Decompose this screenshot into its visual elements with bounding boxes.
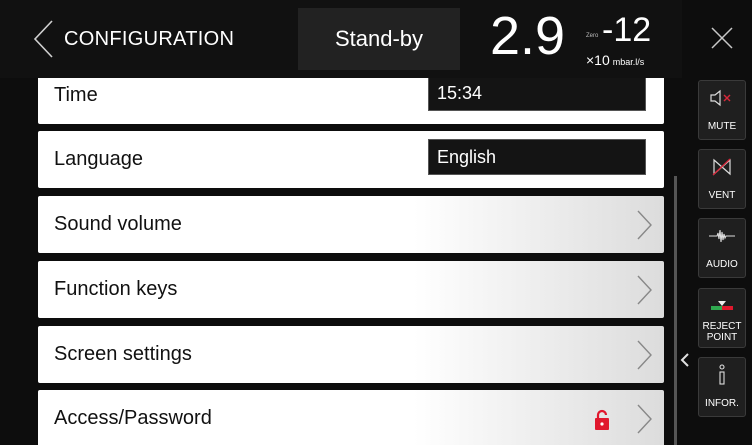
lock-icon	[595, 409, 609, 430]
setting-label: Access/Password	[54, 407, 212, 429]
information-button[interactable]: INFOR.	[698, 357, 746, 417]
vent-valve-icon	[699, 156, 745, 178]
zero-label: Zero	[586, 33, 599, 39]
setting-row-sound-volume[interactable]: Sound volume	[38, 196, 664, 253]
chevron-right-icon	[637, 275, 652, 305]
status-indicator: Stand-by	[298, 8, 460, 70]
collapse-sidebar-arrow[interactable]	[680, 352, 690, 368]
setting-label: Screen settings	[54, 343, 192, 365]
reject-point-icon	[699, 295, 745, 317]
reject-point-button[interactable]: REJECT POINT	[698, 288, 746, 348]
back-button[interactable]: CONFIGURATION	[32, 16, 282, 62]
setting-row-time[interactable]: Time 15:34	[38, 78, 664, 124]
audio-wave-icon	[699, 225, 745, 247]
screen: CONFIGURATION Stand-by 2.9 Zero -12 ×10 m…	[0, 0, 752, 445]
time-value: 15:34	[437, 83, 483, 103]
page-title: CONFIGURATION	[64, 27, 235, 50]
setting-label: Language	[54, 148, 143, 170]
chevron-right-icon	[637, 404, 652, 434]
close-icon[interactable]	[702, 18, 742, 58]
language-field[interactable]: English	[428, 139, 646, 175]
setting-row-access-password[interactable]: Access/Password	[38, 390, 664, 445]
status-text: Stand-by	[334, 26, 424, 51]
leak-rate-mantissa: 2.9	[490, 6, 566, 66]
vent-label: VENT	[708, 190, 736, 201]
unit-text: mbar.l/s	[612, 57, 645, 67]
reject-point-label: REJECT POINT	[702, 321, 742, 343]
mute-button[interactable]: MUTE	[698, 80, 746, 140]
chevron-right-icon	[637, 210, 652, 240]
back-chevron-icon	[33, 20, 53, 58]
setting-label: Sound volume	[54, 213, 182, 235]
time-field[interactable]: 15:34	[428, 78, 646, 111]
info-icon	[699, 364, 745, 386]
leak-rate-exponent: -12	[602, 11, 652, 49]
setting-row-screen-settings[interactable]: Screen settings	[38, 326, 664, 383]
function-key-sidebar: MUTE VENT AUDIO REJECT POINT INFOR.	[692, 0, 752, 445]
setting-label: Function keys	[54, 278, 178, 300]
audio-button[interactable]: AUDIO	[698, 218, 746, 278]
chevron-right-icon	[637, 340, 652, 370]
vent-button[interactable]: VENT	[698, 149, 746, 209]
language-value: English	[437, 147, 497, 167]
leak-rate-unit: ×10 mbar.l/s	[586, 52, 644, 70]
chevron-left-icon	[680, 353, 689, 367]
mute-label: MUTE	[707, 121, 737, 132]
top-bar: CONFIGURATION Stand-by 2.9 Zero -12 ×10 m…	[0, 0, 682, 78]
setting-row-function-keys[interactable]: Function keys	[38, 261, 664, 318]
speaker-muted-icon	[699, 87, 745, 109]
setting-label: Time	[54, 84, 98, 106]
list-scrollbar[interactable]	[674, 176, 677, 445]
settings-list: Time 15:34 Language English Sound volume…	[38, 78, 664, 445]
information-label: INFOR.	[705, 398, 739, 409]
audio-label: AUDIO	[706, 259, 738, 270]
multiplier: ×10	[586, 52, 610, 68]
setting-row-language[interactable]: Language English	[38, 131, 664, 188]
